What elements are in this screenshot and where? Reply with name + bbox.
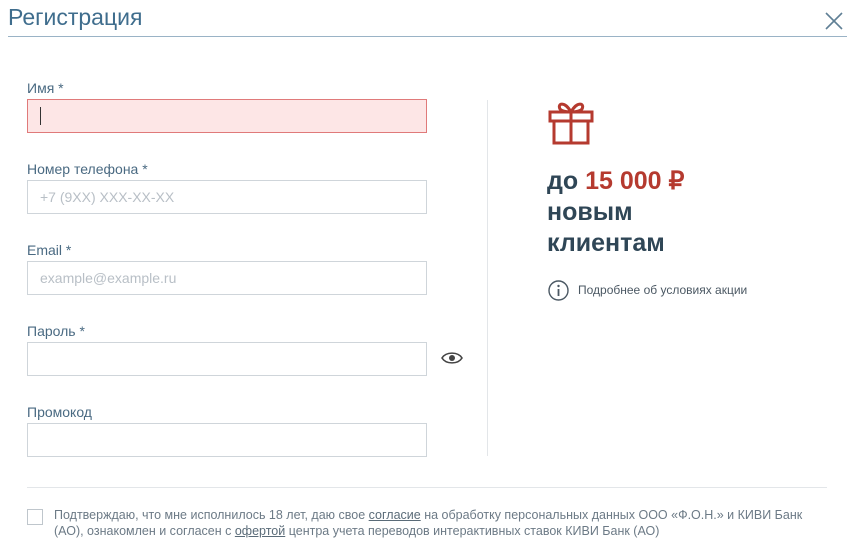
consent-text-part1: Подтверждаю, что мне исполнилось 18 лет,… — [54, 508, 369, 522]
name-field[interactable] — [27, 99, 427, 133]
name-label: Имя * — [27, 80, 64, 96]
password-label-text: Пароль — [27, 323, 76, 339]
offer-details-link[interactable]: Подробнее об условиях акции — [578, 283, 747, 297]
offer-line-3: клиентам — [547, 229, 665, 257]
offer-amount: 15 000 ₽ — [585, 167, 685, 195]
eye-icon[interactable] — [441, 350, 463, 366]
offer-prefix: до — [547, 167, 579, 195]
name-label-text: Имя — [27, 80, 55, 96]
password-label: Пароль * — [27, 323, 85, 339]
info-icon — [548, 280, 569, 301]
close-icon[interactable] — [824, 11, 844, 31]
page-title: Регистрация — [8, 4, 143, 30]
column-divider — [487, 100, 488, 456]
required-mark: * — [142, 161, 148, 177]
promo-field[interactable] — [27, 423, 427, 457]
consent-text-part3: центра учета переводов интерактивных ста… — [285, 524, 660, 538]
text-caret — [40, 107, 41, 125]
email-label: Email * — [27, 242, 71, 258]
footer-divider — [27, 487, 827, 488]
consent-checkbox[interactable] — [27, 509, 43, 525]
gift-icon — [548, 102, 594, 145]
password-field[interactable] — [27, 342, 427, 376]
phone-field[interactable] — [27, 180, 427, 214]
phone-label: Номер телефона * — [27, 161, 148, 177]
consent-text: Подтверждаю, что мне исполнилось 18 лет,… — [54, 507, 834, 539]
email-label-text: Email — [27, 242, 63, 258]
promo-label-text: Промокод — [27, 404, 92, 420]
email-field[interactable] — [27, 261, 427, 295]
offer-terms-link[interactable]: офертой — [235, 524, 285, 538]
promo-offer: до 15 000 ₽ новым клиентам — [547, 166, 684, 259]
consent-agreement-link[interactable]: согласие — [369, 508, 421, 522]
promo-label: Промокод — [27, 404, 92, 420]
required-mark: * — [79, 323, 85, 339]
modal-header: Регистрация — [0, 0, 868, 38]
phone-label-text: Номер телефона — [27, 161, 139, 177]
offer-line-2: новым — [547, 198, 633, 226]
required-mark: * — [65, 242, 72, 258]
required-mark: * — [58, 80, 64, 96]
header-divider — [8, 36, 847, 37]
